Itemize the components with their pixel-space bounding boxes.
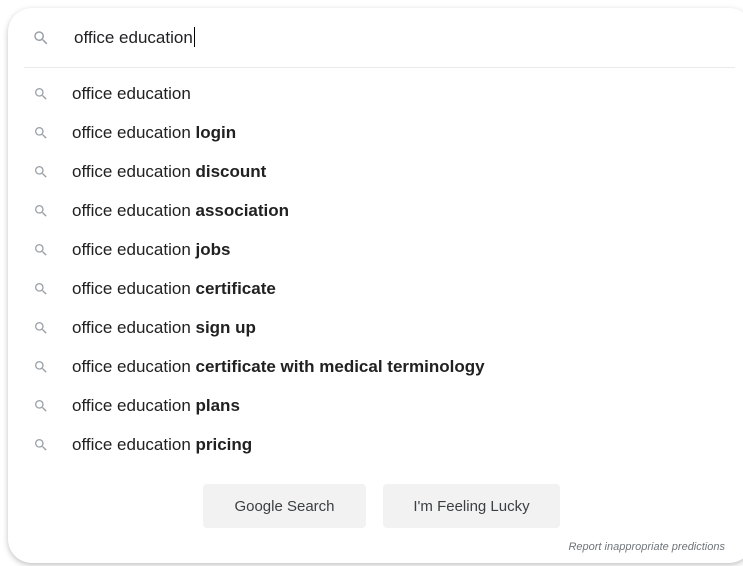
suggestion-item[interactable]: office education plans: [8, 386, 743, 425]
google-search-button[interactable]: Google Search: [203, 484, 366, 528]
suggestion-item[interactable]: office education pricing: [8, 425, 743, 464]
search-query-text: office education: [74, 28, 193, 47]
suggestion-completion: certificate: [195, 279, 276, 298]
search-icon: [33, 437, 49, 453]
suggestion-completion: plans: [195, 396, 240, 415]
suggestion-text: office education jobs: [72, 239, 230, 261]
text-caret: [193, 27, 195, 47]
suggestion-text: office education plans: [72, 395, 240, 417]
search-icon: [33, 398, 49, 414]
search-icon: [33, 242, 49, 258]
suggestion-prefix: office education: [72, 240, 196, 259]
feeling-lucky-button[interactable]: I'm Feeling Lucky: [383, 484, 560, 528]
suggestion-completion: login: [195, 123, 237, 142]
suggestion-completion: pricing: [195, 435, 253, 454]
suggestion-prefix: office education: [72, 201, 196, 220]
search-icon: [33, 125, 49, 141]
suggestion-item[interactable]: office education: [8, 74, 743, 113]
suggestion-text: office education pricing: [72, 434, 252, 456]
suggestion-item[interactable]: office education certificate with medica…: [8, 347, 743, 386]
suggestion-completion: jobs: [195, 240, 231, 259]
suggestion-prefix: office education: [72, 318, 196, 337]
search-icon: [33, 359, 49, 375]
suggestion-prefix: office education: [72, 435, 196, 454]
suggestion-prefix: office education: [72, 357, 196, 376]
suggestion-item[interactable]: office education login: [8, 113, 743, 152]
suggestion-completion: sign up: [195, 318, 256, 337]
suggestion-prefix: office education: [72, 396, 196, 415]
divider: [24, 67, 735, 68]
suggestion-text: office education discount: [72, 161, 266, 183]
suggestion-completion: certificate with medical terminology: [195, 357, 485, 376]
suggestion-text: office education association: [72, 200, 289, 222]
suggestion-prefix: office education: [72, 279, 196, 298]
suggestion-prefix: office education: [72, 84, 191, 103]
autocomplete-dropdown: office education office education office …: [8, 8, 743, 563]
search-icon: [33, 203, 49, 219]
suggestion-text: office education certificate: [72, 278, 276, 300]
suggestion-prefix: office education: [72, 123, 196, 142]
suggestion-list: office education office education login of…: [8, 74, 743, 464]
search-icon: [33, 281, 49, 297]
suggestion-item[interactable]: office education jobs: [8, 230, 743, 269]
suggestion-prefix: office education: [72, 162, 196, 181]
suggestion-item[interactable]: office education association: [8, 191, 743, 230]
suggestion-text: office education sign up: [72, 317, 256, 339]
suggestion-item[interactable]: office education discount: [8, 152, 743, 191]
search-input[interactable]: office education: [74, 27, 195, 49]
suggestion-item[interactable]: office education sign up: [8, 308, 743, 347]
button-row: Google Search I'm Feeling Lucky: [8, 484, 743, 530]
suggestion-completion: association: [195, 201, 290, 220]
suggestion-text: office education certificate with medica…: [72, 356, 485, 378]
search-box[interactable]: office education: [8, 8, 743, 67]
suggestion-text: office education: [72, 83, 191, 105]
report-predictions-link[interactable]: Report inappropriate predictions: [568, 541, 725, 553]
search-icon: [33, 320, 49, 336]
suggestion-completion: discount: [195, 162, 267, 181]
suggestion-text: office education login: [72, 122, 236, 144]
search-icon: [33, 164, 49, 180]
search-icon: [32, 29, 50, 47]
search-icon: [33, 86, 49, 102]
suggestion-item[interactable]: office education certificate: [8, 269, 743, 308]
